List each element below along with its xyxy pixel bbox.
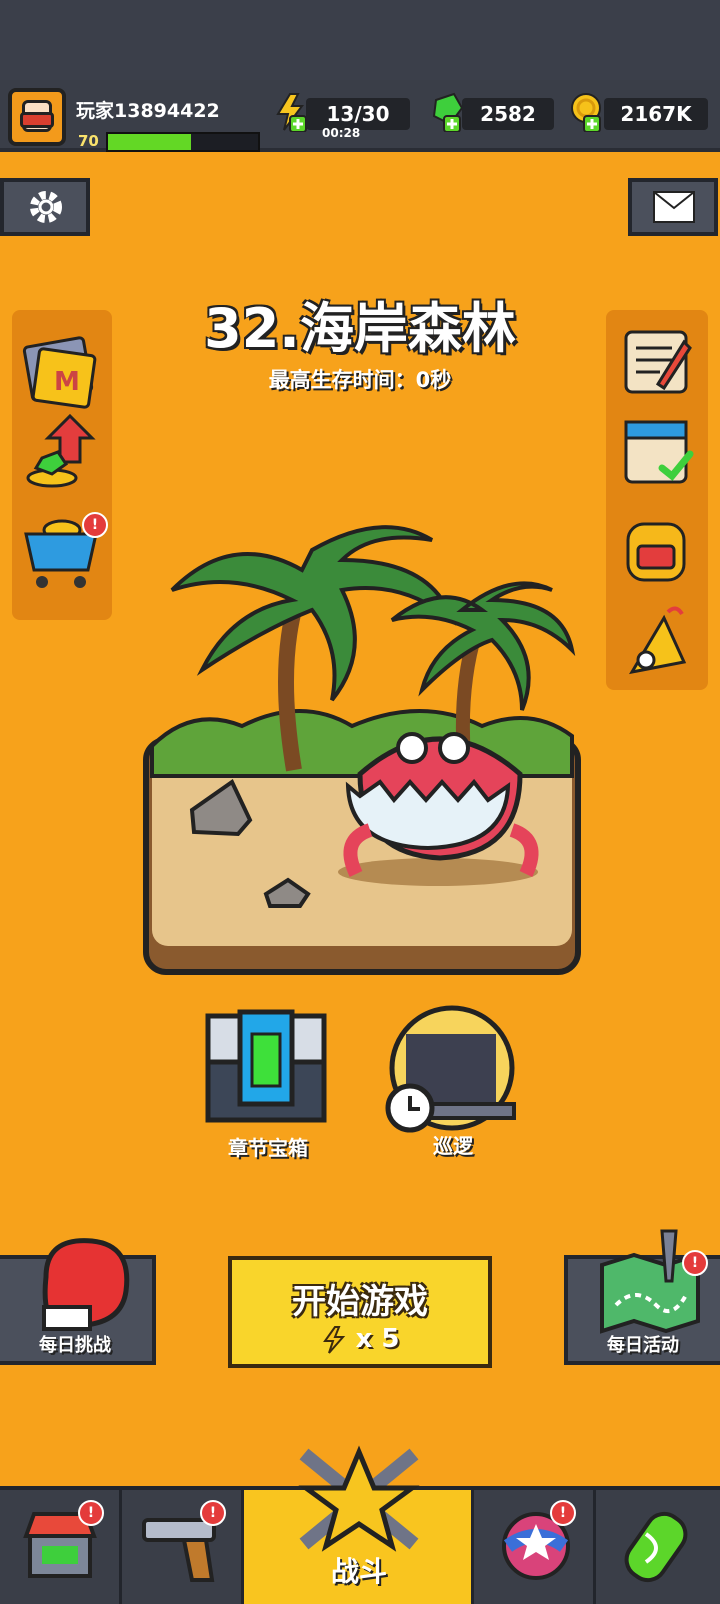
energy-value: 13/30 [326, 102, 390, 126]
coin-plus-icon[interactable] [568, 92, 608, 132]
coins-value: 2167K [620, 102, 692, 126]
battle-star-swords-icon [298, 1445, 420, 1552]
energy-timer: 00:28 [322, 126, 361, 140]
gems-counter: 2582 [462, 98, 554, 130]
avatar[interactable] [8, 88, 66, 146]
backpack-icon[interactable] [618, 512, 698, 592]
xp-bar-fill [108, 134, 191, 150]
nav-evolution[interactable] [596, 1490, 720, 1604]
xp-bar [106, 132, 260, 152]
talents-alert-badge: ! [550, 1500, 576, 1526]
daily-challenge-button[interactable]: 每日挑战 [0, 1238, 156, 1365]
scroll-quill-icon[interactable] [618, 322, 698, 402]
mail-button[interactable] [628, 178, 718, 236]
envelope-icon [653, 191, 695, 223]
start-game-label: 开始游戏 [292, 1282, 428, 1322]
m-card-icon[interactable]: M [22, 332, 102, 412]
nav-talents[interactable]: ! [474, 1490, 596, 1604]
calendar-check-icon[interactable] [618, 412, 698, 492]
player-name: 玩家13894422 [76, 100, 220, 122]
dna-capsule-icon [624, 1511, 688, 1583]
nav-weapons[interactable]: ! [122, 1490, 244, 1604]
boxing-glove-icon [42, 1238, 130, 1331]
lightning-icon [322, 1325, 345, 1354]
gems-up-icon[interactable] [22, 412, 102, 492]
shop-alert-badge: ! [78, 1500, 104, 1526]
party-popper-icon[interactable] [618, 602, 698, 682]
daily-event-alert-badge: ! [682, 1250, 708, 1276]
daily-challenge-label: 每日挑战 [39, 1335, 111, 1356]
chapter-chest-icon[interactable] [204, 1008, 328, 1124]
stage-island-illustration[interactable] [142, 510, 582, 980]
gems-value: 2582 [480, 102, 536, 126]
cart-alert-badge: ! [82, 512, 108, 538]
gear-icon [30, 191, 62, 223]
weapons-alert-badge: ! [200, 1500, 226, 1526]
status-strip [0, 0, 720, 80]
start-cost-value: x 5 [355, 1324, 400, 1354]
player-level: 70 [78, 132, 99, 150]
nav-battle[interactable]: 战斗 [244, 1445, 474, 1604]
daily-event-label: 每日活动 [607, 1335, 679, 1356]
start-game-button[interactable]: 开始游戏 x 5 [228, 1256, 492, 1368]
bottom-nav: ! ! 战斗 ! [0, 1445, 720, 1604]
chapter-chest-label: 章节宝箱 [228, 1136, 308, 1160]
settings-button[interactable] [0, 178, 90, 236]
treasure-map-icon [600, 1229, 700, 1334]
patrol-label: 巡逻 [433, 1134, 473, 1158]
patrol-icon[interactable] [384, 1004, 524, 1134]
nav-battle-label: 战斗 [330, 1555, 387, 1588]
coins-counter: 2167K [604, 98, 708, 130]
svg-text:M: M [54, 367, 80, 397]
nav-shop[interactable]: ! [0, 1490, 122, 1604]
avatar-mask [20, 112, 54, 128]
start-game-cost: x 5 [232, 1324, 488, 1355]
